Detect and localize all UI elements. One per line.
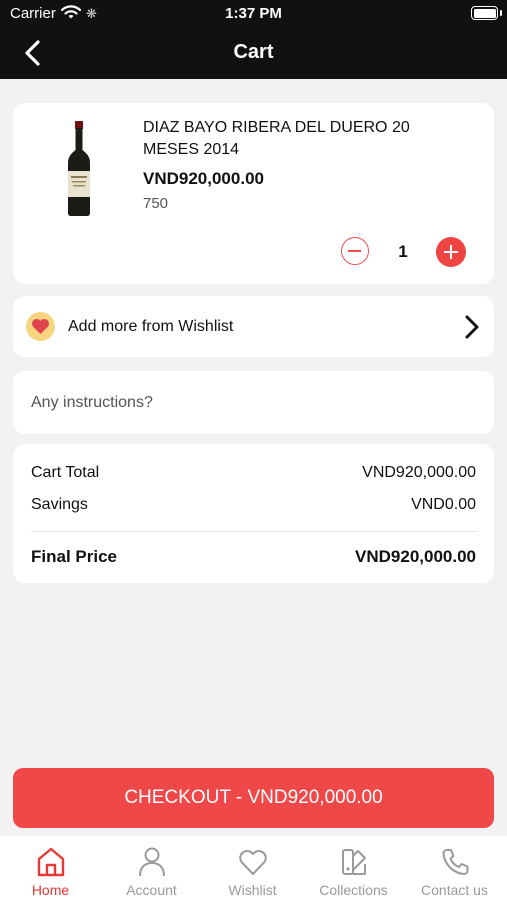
nav-bar: Cart <box>0 28 507 79</box>
bottom-tab-bar: Home Account Wishlist Collections Contac… <box>0 836 507 900</box>
tab-account[interactable]: Account <box>101 836 202 900</box>
decrease-quantity-button[interactable] <box>341 237 369 265</box>
wine-bottle-image <box>68 121 90 216</box>
person-icon <box>139 847 165 877</box>
tab-wishlist-label: Wishlist <box>228 882 277 898</box>
heart-icon <box>239 850 267 875</box>
tab-home[interactable]: Home <box>0 836 101 900</box>
collections-icon <box>342 849 366 875</box>
tab-contact[interactable]: Contact us <box>404 836 505 900</box>
status-time: 1:37 PM <box>225 5 282 22</box>
product-price: VND920,000.00 <box>143 169 264 188</box>
final-price-label: Final Price <box>31 547 117 566</box>
tab-contact-label: Contact us <box>421 882 488 898</box>
add-from-wishlist-row[interactable]: Add more from Wishlist <box>13 296 494 357</box>
battery-icon <box>471 6 498 20</box>
battery-tip <box>500 10 502 16</box>
tab-account-label: Account <box>126 882 177 898</box>
summary-divider <box>31 531 476 532</box>
tab-collections[interactable]: Collections <box>303 836 404 900</box>
product-size: 750 <box>143 195 169 212</box>
checkout-button[interactable]: CHECKOUT - VND920,000.00 <box>13 768 494 828</box>
cart-item-card: DIAZ BAYO RIBERA DEL DUERO 20 MESES 2014… <box>13 103 494 284</box>
instructions-input[interactable] <box>13 371 494 434</box>
tab-home-label: Home <box>31 882 70 898</box>
tab-wishlist[interactable]: Wishlist <box>202 836 303 900</box>
chevron-right-icon <box>465 315 479 339</box>
status-bar: Carrier ❋ 1:37 PM <box>0 0 507 28</box>
app-header: Carrier ❋ 1:37 PM Cart <box>0 0 507 79</box>
tab-collections-label: Collections <box>319 882 388 898</box>
phone-icon <box>442 849 469 875</box>
instructions-card <box>13 371 494 434</box>
page-title: Cart <box>233 41 274 63</box>
savings-label: Savings <box>31 496 88 513</box>
increase-quantity-button[interactable] <box>436 237 466 267</box>
price-summary-card: Cart Total VND920,000.00 Savings VND0.00… <box>13 444 494 583</box>
quantity-value: 1 <box>398 242 408 261</box>
wishlist-heart-icon <box>26 312 55 341</box>
cart-total-label: Cart Total <box>31 464 100 481</box>
home-icon <box>37 847 65 877</box>
savings-value: VND0.00 <box>411 496 476 513</box>
cart-total-value: VND920,000.00 <box>362 464 476 481</box>
final-price-value: VND920,000.00 <box>355 547 476 566</box>
wishlist-row-label: Add more from Wishlist <box>68 318 234 335</box>
product-name: DIAZ BAYO RIBERA DEL DUERO 20 MESES 2014 <box>143 119 410 158</box>
